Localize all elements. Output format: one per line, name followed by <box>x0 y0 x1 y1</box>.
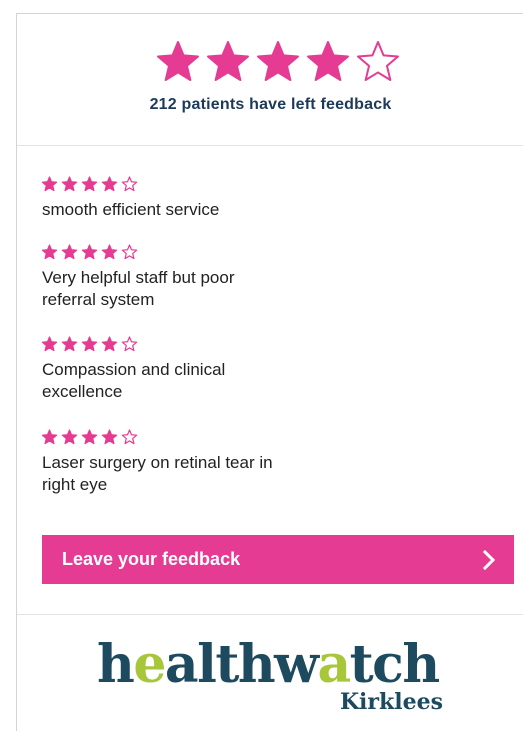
leave-feedback-button[interactable]: Leave your feedback <box>42 535 514 584</box>
star-filled-icon <box>61 336 78 352</box>
star-filled-icon <box>101 429 118 445</box>
review-text: Very helpful staff but poor referral sys… <box>42 268 235 309</box>
star-filled-icon <box>157 41 199 81</box>
review-text: Laser surgery on retinal tear in right e… <box>42 453 273 494</box>
review-star-rating <box>41 429 138 445</box>
star-filled-icon <box>61 176 78 192</box>
star-empty-icon <box>121 429 138 445</box>
star-filled-icon <box>101 244 118 260</box>
star-filled-icon <box>257 41 299 81</box>
chevron-right-icon <box>482 549 496 570</box>
summary-star-rating <box>157 41 399 81</box>
review-item: Laser surgery on retinal tear in right e… <box>41 429 382 496</box>
feedback-widget: 212 patients have left feedback smooth e… <box>16 13 523 731</box>
review-star-rating <box>41 336 138 352</box>
rating-summary: 212 patients have left feedback <box>17 14 523 146</box>
divider <box>17 614 523 615</box>
star-filled-icon <box>81 244 98 260</box>
star-filled-icon <box>101 336 118 352</box>
healthwatch-kirklees-logo: healthwatch Kirklees <box>97 637 457 721</box>
logo-subtitle: Kirklees <box>339 689 443 715</box>
review-item: smooth efficient service <box>41 176 382 221</box>
star-empty-icon <box>121 336 138 352</box>
review-star-rating <box>41 244 138 260</box>
logo-wordmark: healthwatch <box>97 634 440 695</box>
star-empty-icon <box>121 176 138 192</box>
star-filled-icon <box>61 244 78 260</box>
star-filled-icon <box>41 176 58 192</box>
review-star-rating <box>41 176 138 192</box>
star-filled-icon <box>41 336 58 352</box>
review-text: Compassion and clinical excellence <box>42 360 226 401</box>
star-filled-icon <box>81 176 98 192</box>
star-filled-icon <box>101 176 118 192</box>
feedback-count: 212 patients have left feedback <box>149 96 392 113</box>
star-filled-icon <box>41 429 58 445</box>
review-text: smooth efficient service <box>42 200 220 219</box>
star-filled-icon <box>207 41 249 81</box>
star-empty-icon <box>121 244 138 260</box>
star-empty-icon <box>357 41 399 81</box>
leave-feedback-label: Leave your feedback <box>62 549 241 569</box>
star-filled-icon <box>307 41 349 81</box>
star-filled-icon <box>61 429 78 445</box>
star-filled-icon <box>81 429 98 445</box>
review-item: Very helpful staff but poor referral sys… <box>41 244 382 311</box>
star-filled-icon <box>41 244 58 260</box>
review-item: Compassion and clinical excellence <box>41 336 382 403</box>
star-filled-icon <box>81 336 98 352</box>
